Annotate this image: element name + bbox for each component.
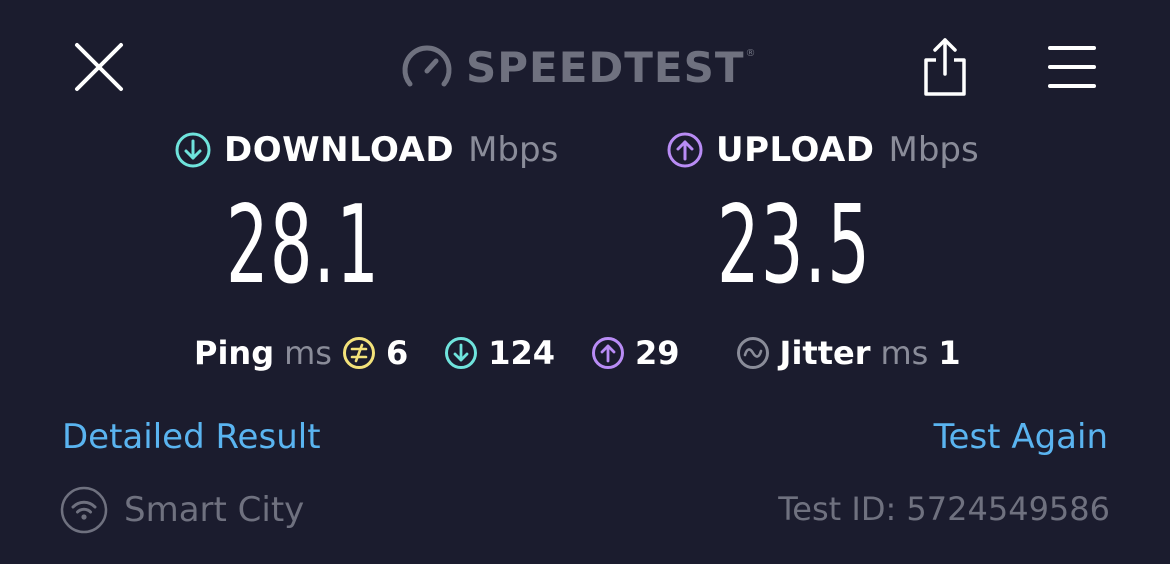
ping-download-icon <box>444 336 478 370</box>
ping-unit: ms <box>284 334 332 372</box>
detailed-result-link[interactable]: Detailed Result <box>62 417 321 457</box>
jitter-label: Jitter <box>779 334 871 372</box>
brand-trademark: ® <box>745 48 756 59</box>
upload-unit: Mbps <box>888 130 979 170</box>
share-button[interactable] <box>918 36 972 98</box>
test-id: Test ID: 5724549586 <box>778 490 1110 528</box>
download-unit: Mbps <box>468 130 559 170</box>
jitter-icon <box>736 336 770 370</box>
speedtest-logo: SPEEDTEST ® <box>400 40 756 94</box>
menu-button[interactable] <box>1046 44 1098 90</box>
hamburger-menu-icon <box>1048 46 1096 88</box>
ping-idle-value: 6 <box>385 334 409 372</box>
download-label: DOWNLOAD <box>224 130 455 170</box>
ping-upload-icon <box>591 336 625 370</box>
jitter-unit: ms <box>880 334 929 372</box>
ping-download-value: 124 <box>488 334 556 372</box>
wifi-icon <box>60 486 108 534</box>
arrow-up-circle-icon <box>667 132 703 168</box>
provider-name: Smart City <box>124 490 305 530</box>
test-again-link[interactable]: Test Again <box>934 417 1108 457</box>
ping-upload-value: 29 <box>635 334 680 372</box>
speedometer-icon <box>402 45 452 87</box>
download-heading: DOWNLOAD Mbps <box>174 128 558 172</box>
latency-row: Ping ms 6 124 29 Jitter ms 1 <box>194 330 961 376</box>
ping-idle-icon <box>342 336 376 370</box>
close-icon <box>75 43 123 91</box>
provider-info: Smart City <box>60 486 304 534</box>
upload-heading: UPLOAD Mbps <box>666 128 979 172</box>
ping-label: Ping <box>194 334 275 372</box>
share-icon <box>924 38 966 96</box>
close-button[interactable] <box>72 40 126 94</box>
brand-name: SPEEDTEST <box>466 42 745 92</box>
arrow-down-circle-icon <box>175 132 211 168</box>
jitter-value: 1 <box>938 334 961 372</box>
download-speed-value: 28.1 <box>226 183 381 308</box>
upload-speed-value: 23.5 <box>717 183 872 308</box>
upload-label: UPLOAD <box>716 130 875 170</box>
